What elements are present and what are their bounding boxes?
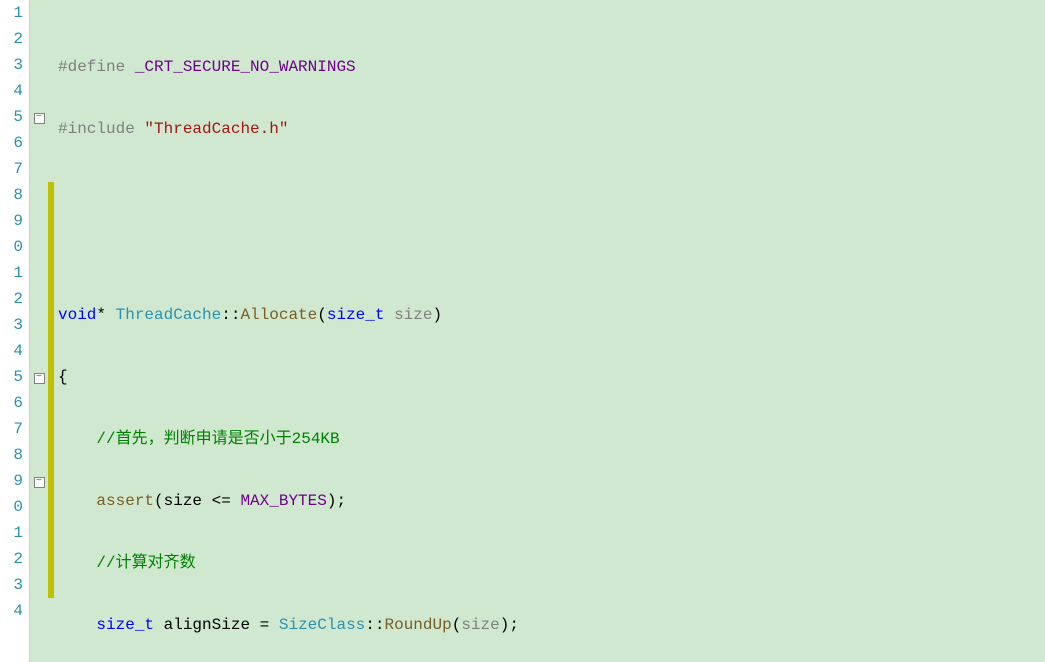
punct: :: (365, 616, 384, 634)
code-line[interactable]: void* ThreadCache::Allocate(size_t size) (54, 302, 1045, 328)
punct: * (96, 306, 115, 324)
operator: <= (202, 492, 240, 510)
line-number: 6 (0, 390, 23, 416)
function-call: RoundUp (384, 616, 451, 634)
line-number: 8 (0, 182, 23, 208)
type: size_t (327, 306, 394, 324)
code-editor[interactable]: 1 2 3 4 5 6 7 8 9 0 1 2 3 4 5 6 7 8 9 0 … (0, 0, 1045, 662)
line-number: 3 (0, 572, 23, 598)
operator: = (250, 616, 279, 634)
macro: _CRT_SECURE_NO_WARNINGS (135, 58, 356, 76)
line-number: 0 (0, 234, 23, 260)
class-name: ThreadCache (116, 306, 222, 324)
line-number: 4 (0, 338, 23, 364)
macro: MAX_BYTES (240, 492, 326, 510)
punct: ); (327, 492, 346, 510)
punct: ( (317, 306, 327, 324)
line-number: 4 (0, 598, 23, 624)
class-name: SizeClass (279, 616, 365, 634)
line-number: 3 (0, 52, 23, 78)
function-call: assert (96, 492, 154, 510)
identifier: size (164, 492, 202, 510)
string-literal: "ThreadCache.h" (144, 120, 288, 138)
preproc-directive: #include (58, 120, 144, 138)
line-number: 9 (0, 208, 23, 234)
fold-toggle-icon[interactable]: − (34, 477, 45, 488)
comment: //计算对齐数 (96, 554, 195, 572)
line-number: 1 (0, 0, 23, 26)
punct: ( (452, 616, 462, 634)
line-number: 0 (0, 494, 23, 520)
line-number: 1 (0, 260, 23, 286)
line-number: 8 (0, 442, 23, 468)
code-line[interactable]: { (54, 364, 1045, 390)
line-number: 3 (0, 312, 23, 338)
identifier: alignSize (164, 616, 250, 634)
line-number: 7 (0, 416, 23, 442)
line-number: 4 (0, 78, 23, 104)
function-name: Allocate (240, 306, 317, 324)
line-number: 2 (0, 26, 23, 52)
code-area[interactable]: #define _CRT_SECURE_NO_WARNINGS #include… (54, 0, 1045, 662)
argument: size (461, 616, 499, 634)
line-number: 9 (0, 468, 23, 494)
brace: { (58, 368, 68, 386)
fold-toggle-icon[interactable]: − (34, 373, 45, 384)
code-line[interactable] (54, 178, 1045, 204)
punct: :: (221, 306, 240, 324)
code-line[interactable]: #include "ThreadCache.h" (54, 116, 1045, 142)
parameter: size (394, 306, 432, 324)
code-line[interactable]: size_t alignSize = SizeClass::RoundUp(si… (54, 612, 1045, 638)
keyword: void (58, 306, 96, 324)
code-line[interactable]: //计算对齐数 (54, 550, 1045, 576)
code-line[interactable]: //首先，判断申请是否小于254KB (54, 426, 1045, 452)
punct: ) (432, 306, 442, 324)
preproc-directive: #define (58, 58, 135, 76)
line-number: 7 (0, 156, 23, 182)
line-number: 1 (0, 520, 23, 546)
line-number: 5 (0, 104, 23, 130)
fold-gutter: − − − (30, 0, 48, 662)
fold-toggle-icon[interactable]: − (34, 113, 45, 124)
punct: ); (500, 616, 519, 634)
line-number: 6 (0, 130, 23, 156)
line-number-gutter: 1 2 3 4 5 6 7 8 9 0 1 2 3 4 5 6 7 8 9 0 … (0, 0, 30, 662)
comment: //首先，判断申请是否小于254KB (96, 430, 339, 448)
line-number: 2 (0, 546, 23, 572)
code-line[interactable] (54, 240, 1045, 266)
line-number: 2 (0, 286, 23, 312)
line-number: 5 (0, 364, 23, 390)
code-line[interactable]: assert(size <= MAX_BYTES); (54, 488, 1045, 514)
type: size_t (96, 616, 163, 634)
punct: ( (154, 492, 164, 510)
code-line[interactable]: #define _CRT_SECURE_NO_WARNINGS (54, 54, 1045, 80)
